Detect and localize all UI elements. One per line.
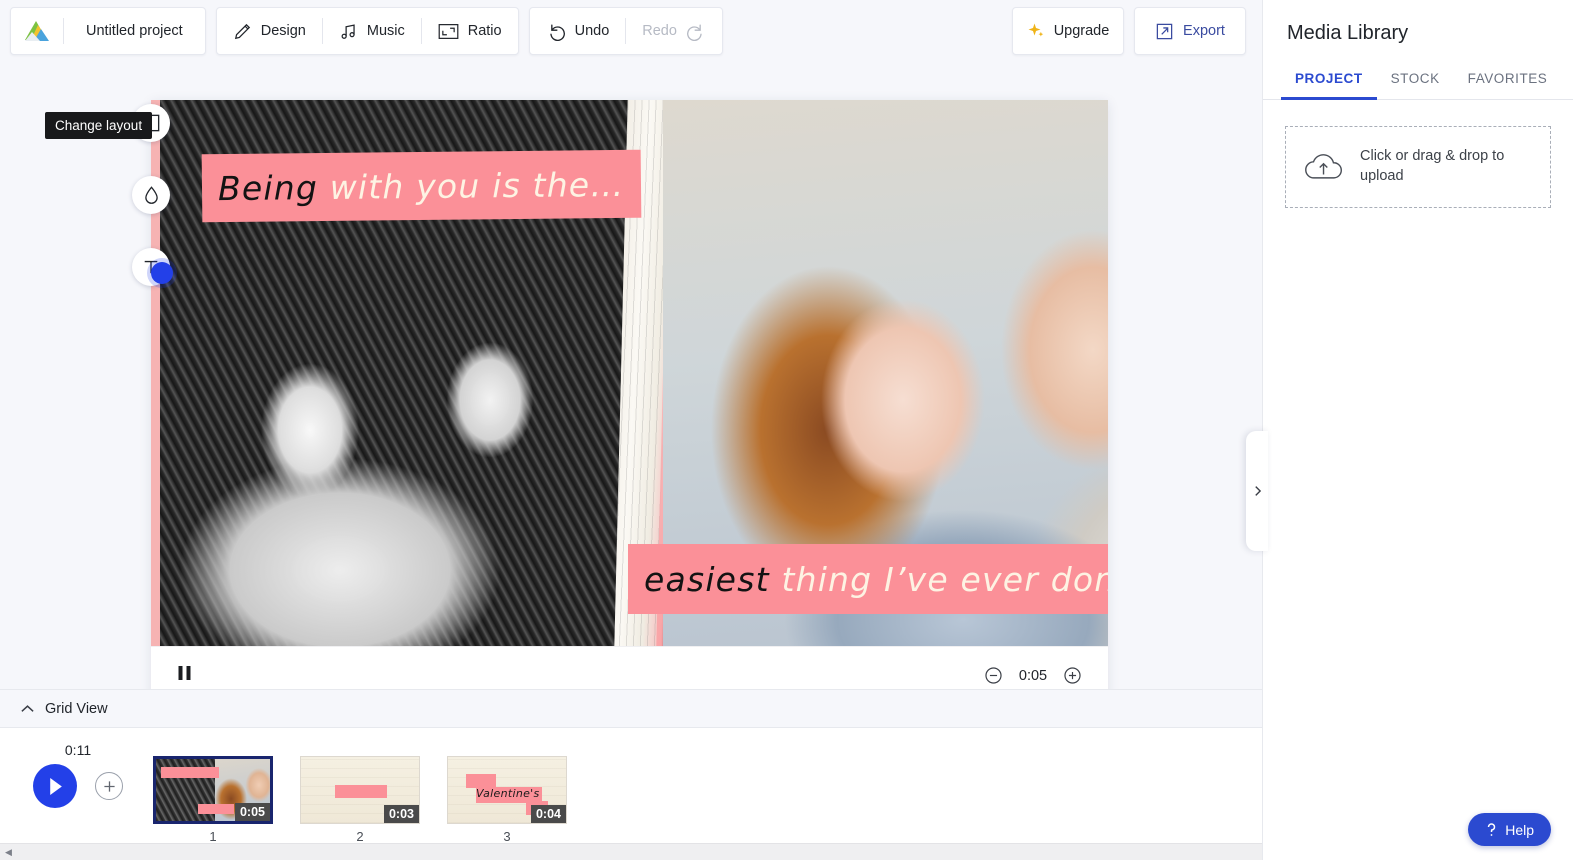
- media-library-tabs: PROJECT STOCK FAVORITES: [1263, 45, 1573, 100]
- panel-title: Media Library: [1287, 22, 1409, 44]
- cloud-upload-icon: [1302, 150, 1346, 184]
- ratio-button[interactable]: Ratio: [422, 8, 518, 54]
- add-scene-button[interactable]: [95, 772, 123, 800]
- export-button[interactable]: Export: [1134, 7, 1246, 55]
- preview-stage: Being with you is the… easiest thing I’v…: [151, 100, 1108, 704]
- thumb1-caption-top: [161, 767, 219, 778]
- timeline-controls: 0:11: [18, 742, 138, 808]
- top-toolbar: Untitled project Design Music Ratio Undo…: [0, 0, 1262, 62]
- toolbar-actions: Upgrade Export: [1012, 7, 1252, 55]
- scene-duration-badge: 0:03: [383, 805, 419, 823]
- undo-arrow-icon: [546, 21, 566, 41]
- chevron-up-icon: [20, 703, 35, 715]
- crop-frame-icon: [438, 22, 459, 41]
- caption-bottom[interactable]: easiest thing I’ve ever done: [628, 544, 1108, 614]
- thumbnail-image: 0:03: [300, 756, 420, 824]
- edit-tools-group: Design Music Ratio: [215, 7, 519, 55]
- play-button[interactable]: [33, 764, 77, 808]
- scene-number: 2: [356, 829, 364, 844]
- mouse-cursor-indicator: [151, 262, 173, 284]
- app-logo[interactable]: [11, 19, 63, 43]
- ratio-label: Ratio: [467, 23, 502, 39]
- project-name[interactable]: Untitled project: [64, 23, 205, 39]
- video-preview[interactable]: Being with you is the… easiest thing I’v…: [151, 100, 1108, 646]
- external-link-icon: [1155, 22, 1174, 41]
- thumb3-caption-a: [466, 774, 496, 788]
- minus-circle-icon[interactable]: [984, 666, 1003, 685]
- scene-thumbnail-3[interactable]: Valentine's 0:04 3: [447, 756, 567, 844]
- redo-label: Redo: [642, 23, 677, 39]
- caret-left-icon[interactable]: ◀: [0, 847, 17, 858]
- design-button[interactable]: Design: [217, 8, 322, 54]
- help-label: Help: [1505, 821, 1534, 838]
- upload-dropzone[interactable]: Click or drag & drop to upload: [1285, 126, 1551, 208]
- caption-top-light: with you is the…: [329, 164, 625, 207]
- pause-icon: [177, 665, 192, 681]
- tab-favorites[interactable]: FAVORITES: [1454, 65, 1562, 100]
- total-duration: 0:11: [64, 742, 92, 758]
- scene-thumbnail-1[interactable]: 0:05 1: [153, 756, 273, 844]
- filter-button[interactable]: [132, 176, 170, 214]
- export-label: Export: [1183, 23, 1225, 39]
- play-icon: [47, 777, 64, 796]
- undo-button[interactable]: Undo: [530, 8, 626, 54]
- chevron-right-icon: [1252, 484, 1263, 498]
- tooltip: Change layout: [45, 112, 153, 139]
- redo-arrow-icon: [686, 21, 706, 41]
- video-editor-app: Untitled project Design Music Ratio Undo…: [0, 0, 1573, 860]
- thumbnail-image: 0:05: [153, 756, 273, 824]
- scene-duration-badge: 0:04: [530, 805, 566, 823]
- media-library-panel: Media Library PROJECT STOCK FAVORITES Cl…: [1262, 0, 1573, 860]
- upgrade-button[interactable]: Upgrade: [1012, 7, 1124, 55]
- text-tool-button[interactable]: [132, 248, 173, 286]
- sparkle-icon: [1027, 22, 1045, 40]
- timeline: 0:11 0:05 1 0:03 2 Valentine's 0:04 3 ◀: [0, 727, 1262, 860]
- caption-bottom-dark: easiest: [644, 559, 770, 599]
- zoom-controls: 0:05: [984, 666, 1082, 685]
- history-group: Undo Redo: [528, 7, 723, 55]
- thumb3-caption-text: Valentine's: [476, 787, 540, 800]
- undo-label: Undo: [574, 23, 610, 39]
- pen-icon: [233, 22, 252, 41]
- caption-top[interactable]: Being with you is the…: [201, 149, 641, 223]
- thumbnail-image: Valentine's 0:04: [447, 756, 567, 824]
- plus-icon: [103, 780, 116, 793]
- scene-thumbnail-2[interactable]: 0:03 2: [300, 756, 420, 844]
- help-button[interactable]: Help: [1468, 813, 1551, 846]
- scene-number: 3: [503, 829, 511, 844]
- tab-project[interactable]: PROJECT: [1281, 65, 1377, 100]
- scene-duration-badge: 0:05: [234, 803, 270, 821]
- thumb1-caption-bottom: [198, 804, 234, 814]
- music-label: Music: [366, 23, 405, 39]
- timeline-scrollbar[interactable]: ◀: [0, 843, 1262, 860]
- grid-view-label: Grid View: [45, 700, 108, 717]
- thumb2-caption: [335, 785, 387, 798]
- mountain-logo-icon: [23, 19, 49, 43]
- caption-top-dark: Being: [217, 167, 319, 208]
- upgrade-label: Upgrade: [1053, 23, 1110, 39]
- panel-collapse-handle[interactable]: [1246, 431, 1268, 551]
- editor-area: Being with you is the… easiest thing I’v…: [0, 62, 1268, 704]
- redo-button[interactable]: Redo: [626, 8, 722, 54]
- question-mark-icon: [1485, 822, 1498, 838]
- scene-number: 1: [209, 829, 217, 844]
- pause-button[interactable]: [177, 665, 192, 686]
- droplet-icon: [143, 185, 160, 205]
- design-label: Design: [260, 23, 306, 39]
- music-button[interactable]: Music: [323, 8, 421, 54]
- scene-list: 0:05 1 0:03 2 Valentine's 0:04 3: [153, 756, 567, 844]
- grid-view-toggle[interactable]: Grid View: [0, 689, 1262, 727]
- project-group: Untitled project: [10, 7, 206, 55]
- plus-circle-icon[interactable]: [1063, 666, 1082, 685]
- tab-stock[interactable]: STOCK: [1377, 65, 1454, 100]
- current-time: 0:05: [1018, 667, 1048, 684]
- upload-dropzone-label: Click or drag & drop to upload: [1360, 148, 1505, 184]
- music-note-icon: [339, 22, 358, 41]
- caption-bottom-light: thing I’ve ever done: [781, 559, 1108, 599]
